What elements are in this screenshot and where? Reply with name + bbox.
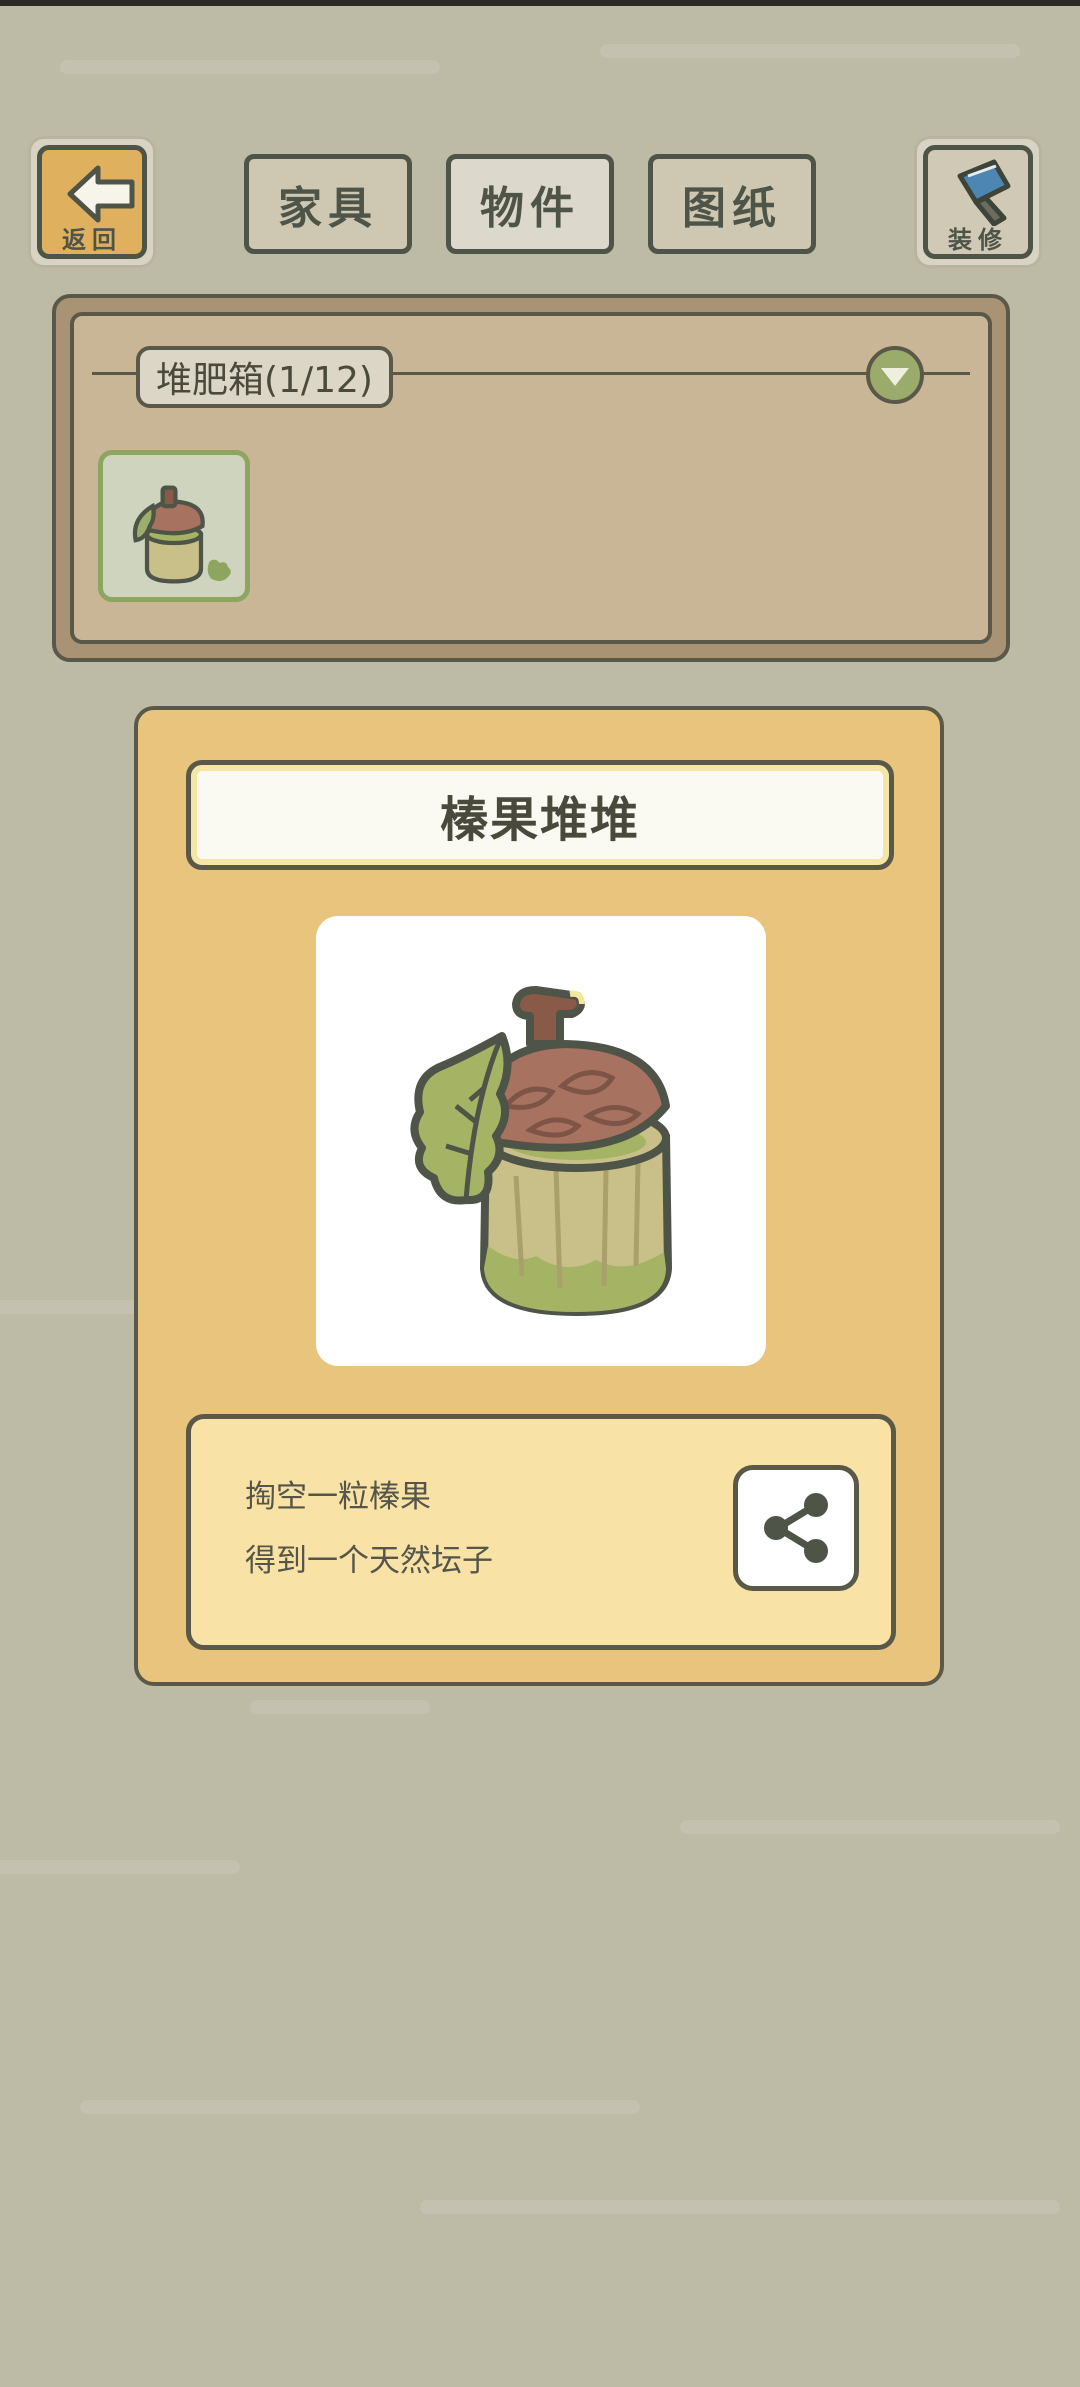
category-label: 堆肥箱(1/12) xyxy=(136,346,393,408)
paint-brush-icon xyxy=(957,159,1011,226)
back-label: 返回 xyxy=(62,226,122,254)
description-line-2: 得到一个天然坛子 xyxy=(245,1543,493,1579)
item-name: 榛果堆堆 xyxy=(186,760,894,870)
wood-texture xyxy=(680,1820,1060,1834)
description-line-1: 掏空一粒榛果 xyxy=(245,1479,431,1515)
item-description-box: 掏空一粒榛果 得到一个天然坛子 xyxy=(186,1414,896,1650)
acorn-pot-illustration xyxy=(410,986,672,1316)
chevron-down-icon xyxy=(881,368,909,386)
decorate-label: 装修 xyxy=(948,226,1008,254)
tab-furniture[interactable]: 家具 xyxy=(244,154,412,254)
share-icon xyxy=(764,1493,828,1563)
status-bar xyxy=(0,0,1080,6)
share-button[interactable] xyxy=(733,1465,859,1591)
item-slot-selected[interactable] xyxy=(98,450,250,602)
item-image-frame xyxy=(316,916,766,1366)
back-button[interactable]: 返回 xyxy=(28,136,156,268)
wood-texture xyxy=(250,1700,430,1714)
wood-texture xyxy=(80,2100,640,2114)
decorate-button[interactable]: 装修 xyxy=(914,136,1042,268)
category-panel-inner: 堆肥箱(1/12) xyxy=(70,312,992,644)
wood-texture xyxy=(600,44,1020,58)
tab-items[interactable]: 物件 xyxy=(446,154,614,254)
wood-texture xyxy=(420,2200,1060,2214)
acorn-pot-icon xyxy=(132,485,231,584)
item-detail-card: 榛果堆堆 掏空一粒榛果 得到一个天然坛子 xyxy=(134,706,944,1686)
tab-blueprints[interactable]: 图纸 xyxy=(648,154,816,254)
wood-texture xyxy=(0,1860,240,1874)
category-panel: 堆肥箱(1/12) xyxy=(52,294,1010,662)
wood-texture xyxy=(60,60,440,74)
category-dropdown-button[interactable] xyxy=(866,346,924,404)
